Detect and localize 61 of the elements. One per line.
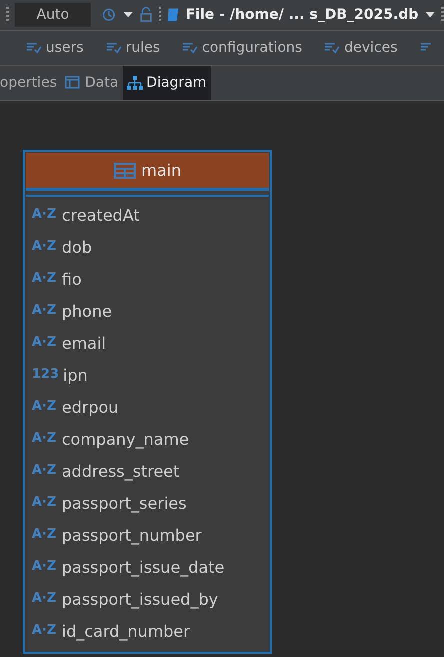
entity-name: main <box>142 161 182 180</box>
column-type-icon: A·Z <box>32 527 58 543</box>
column-type-icon: A·Z <box>32 335 58 351</box>
tab-label: devices <box>344 40 398 56</box>
table-tab[interactable]: rules <box>106 40 160 56</box>
tab-label: rules <box>126 40 160 56</box>
table-tab[interactable]: configurations <box>182 40 302 56</box>
column-name: passport_number <box>62 526 202 544</box>
file-selector[interactable]: File - /home/ ... s_DB_2025.db <box>186 7 419 23</box>
lock-icon[interactable] <box>140 6 153 24</box>
file-icon <box>167 7 180 23</box>
view-tab[interactable]: Data <box>61 66 123 100</box>
history-icon[interactable] <box>101 6 118 24</box>
filter-icon <box>106 42 122 54</box>
caret-icon[interactable] <box>123 10 134 20</box>
filter-icon <box>182 42 198 54</box>
column-name: fio <box>62 270 82 288</box>
column-name: passport_series <box>62 494 187 512</box>
column-name: dob <box>62 238 92 256</box>
column-type-icon: A·Z <box>32 431 58 447</box>
column-name: ipn <box>63 366 88 384</box>
table-tab[interactable]: devices <box>324 40 398 56</box>
tab-label: operties <box>0 75 58 91</box>
column-name: id_card_number <box>62 622 190 640</box>
column-type-icon: A·Z <box>32 623 58 639</box>
column-type-icon: A·Z <box>32 559 58 575</box>
grid-icon <box>65 76 82 90</box>
column-type-icon: A·Z <box>32 271 58 287</box>
toolbar-grip[interactable] <box>6 7 9 23</box>
table-icon <box>114 162 136 178</box>
column-type-icon: A·Z <box>32 303 58 319</box>
column-name: email <box>62 334 106 352</box>
tab-label: configurations <box>202 40 302 56</box>
column-name: phone <box>62 302 112 320</box>
column-name: passport_issued_by <box>62 590 218 608</box>
caret-icon[interactable] <box>424 10 436 20</box>
column-name: createdAt <box>62 206 140 224</box>
column-name: address_street <box>62 462 180 480</box>
column-type-icon: A·Z <box>32 591 58 607</box>
view-tab[interactable]: operties <box>0 66 62 100</box>
filter-icon <box>26 42 42 54</box>
toolbar-grip[interactable] <box>158 7 162 23</box>
table-tab[interactable]: users <box>26 40 84 56</box>
column-type-icon: A·Z <box>32 207 58 223</box>
hierarchy-icon <box>126 76 143 90</box>
column-type-icon: 123 <box>32 367 60 383</box>
entity-box[interactable] <box>23 150 272 654</box>
view-tab[interactable]: Diagram <box>122 66 211 100</box>
column-type-icon: A·Z <box>32 239 58 255</box>
filter-icon <box>324 42 340 54</box>
column-type-icon: A·Z <box>32 399 58 415</box>
tab-label: Data <box>85 75 119 91</box>
column-name: passport_issue_date <box>62 558 225 576</box>
column-name: company_name <box>62 430 190 448</box>
tab-label: users <box>46 40 84 56</box>
mode-dropdown[interactable]: Auto <box>14 3 92 27</box>
column-type-icon: A·Z <box>32 463 58 479</box>
column-type-icon: A·Z <box>32 495 58 511</box>
column-name: edrpou <box>62 398 119 416</box>
toolbar-grip[interactable] <box>441 7 444 23</box>
tab-label: Diagram <box>146 75 207 91</box>
